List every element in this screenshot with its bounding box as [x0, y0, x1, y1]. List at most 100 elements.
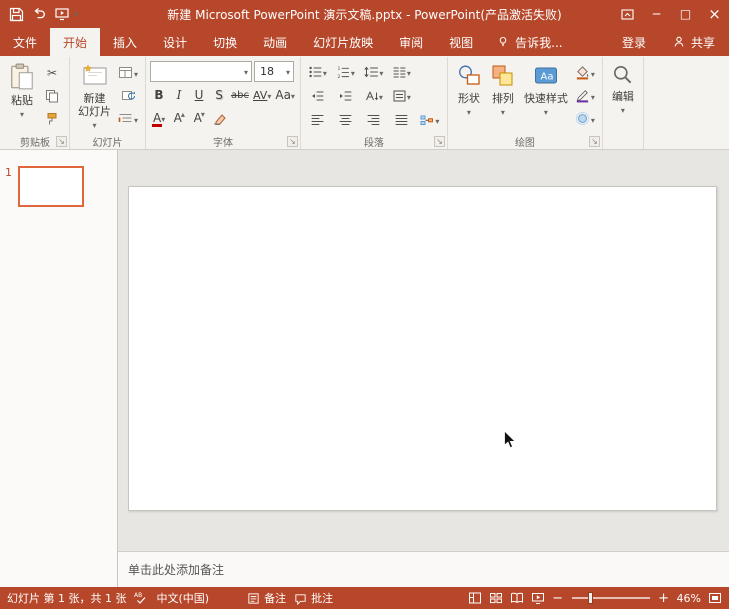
convert-to-smartart-button[interactable]	[417, 109, 443, 130]
notes-toggle-button[interactable]: 备注	[247, 590, 286, 606]
align-text-button[interactable]	[389, 85, 415, 106]
underline-button[interactable]: U	[190, 85, 208, 105]
slide-counter[interactable]: 幻灯片 第 1 张，共 1 张	[7, 590, 126, 606]
tell-me-box[interactable]: 告诉我...	[486, 28, 572, 56]
clipboard-dialog-launcher[interactable]	[56, 136, 67, 147]
bullets-button[interactable]	[305, 61, 331, 82]
font-color-label: A	[153, 111, 161, 125]
tab-transitions[interactable]: 切换	[200, 28, 250, 56]
slide-sorter-view-button[interactable]	[489, 591, 503, 605]
tab-animations[interactable]: 动画	[250, 28, 300, 56]
quick-styles-button[interactable]: Aa 快速样式	[520, 59, 572, 133]
normal-view-button[interactable]	[468, 591, 482, 605]
dropdown-icon	[286, 65, 290, 78]
font-name-combobox[interactable]	[150, 61, 252, 82]
drawing-dialog-launcher[interactable]	[589, 136, 600, 147]
reset-slide-button[interactable]	[115, 85, 141, 106]
zoom-level[interactable]: 46%	[677, 592, 701, 605]
section-button[interactable]	[115, 108, 141, 129]
slideshow-view-button[interactable]	[531, 591, 545, 605]
change-case-button[interactable]: Aa	[274, 85, 296, 105]
columns-button[interactable]	[389, 61, 415, 82]
numbering-button[interactable]: 12	[333, 61, 359, 82]
cut-button[interactable]: ✂	[39, 62, 65, 83]
slide-layout-button[interactable]	[115, 62, 141, 83]
grow-font-button[interactable]: A▴	[170, 108, 188, 128]
decrease-indent-button[interactable]	[305, 85, 331, 106]
paste-button[interactable]: 粘贴	[5, 59, 39, 133]
line-spacing-icon	[364, 66, 378, 78]
tab-home[interactable]: 开始	[50, 28, 100, 56]
font-size-combobox[interactable]: 18	[254, 61, 294, 82]
shape-effects-button[interactable]	[572, 108, 598, 129]
paragraph-dialog-launcher[interactable]	[434, 136, 445, 147]
arrange-button[interactable]: 排列	[486, 59, 520, 133]
close-button[interactable]: ×	[700, 0, 729, 28]
statusbar-right: − + 46%	[468, 591, 722, 606]
dropdown-icon	[161, 111, 165, 125]
tab-view[interactable]: 视图	[436, 28, 486, 56]
zoom-slider-track[interactable]	[572, 597, 650, 599]
undo-button[interactable]	[28, 2, 50, 26]
editing-button[interactable]: 编辑	[607, 59, 639, 133]
tab-design[interactable]: 设计	[150, 28, 200, 56]
font-dialog-launcher[interactable]	[287, 136, 298, 147]
save-button[interactable]	[5, 2, 27, 26]
tell-me-label: 告诉我...	[515, 34, 562, 51]
start-slideshow-button[interactable]	[51, 2, 73, 26]
shrink-font-button[interactable]: A▾	[190, 108, 208, 128]
editor-area: 单击此处添加备注	[118, 150, 729, 587]
svg-text:AB: AB	[134, 592, 142, 599]
drawing-group-label: 绘图	[515, 134, 535, 149]
customize-qat-button[interactable]	[74, 2, 96, 26]
shape-fill-button[interactable]	[572, 62, 598, 83]
zoom-in-button[interactable]: +	[658, 591, 670, 606]
ribbon-group-font: 18 B I U S abc AV Aa A	[146, 57, 301, 149]
clear-formatting-button[interactable]	[210, 108, 228, 128]
zoom-out-button[interactable]: −	[552, 591, 564, 606]
share-label: 共享	[691, 34, 715, 51]
justify-button[interactable]	[389, 109, 415, 130]
spell-check-button[interactable]: AB	[134, 591, 148, 605]
reading-view-icon	[510, 591, 524, 605]
tab-file[interactable]: 文件	[0, 28, 50, 56]
line-spacing-button[interactable]	[361, 61, 387, 82]
sign-in-button[interactable]: 登录	[610, 28, 658, 56]
minimize-button[interactable]: ─	[642, 0, 671, 28]
zoom-slider-thumb[interactable]	[588, 592, 593, 604]
text-shadow-button[interactable]: S	[210, 85, 228, 105]
strikethrough-button[interactable]: abc	[230, 85, 250, 105]
bold-button[interactable]: B	[150, 85, 168, 105]
align-right-button[interactable]	[361, 109, 387, 130]
shapes-button[interactable]: 形状	[452, 59, 486, 133]
paragraph-body: 12	[303, 57, 445, 133]
new-slide-button[interactable]: 新建 幻灯片	[74, 59, 115, 133]
align-left-button[interactable]	[305, 109, 331, 130]
character-spacing-button[interactable]: AV	[252, 85, 272, 105]
italic-button[interactable]: I	[170, 85, 188, 105]
slide-thumbnail-1[interactable]	[18, 166, 84, 207]
quick-styles-icon: Aa	[533, 63, 559, 89]
font-style-row: B I U S abc AV Aa	[150, 85, 296, 105]
copy-button[interactable]	[39, 85, 65, 106]
character-spacing-label: AV	[253, 89, 267, 102]
tab-review[interactable]: 审阅	[386, 28, 436, 56]
align-center-button[interactable]	[333, 109, 359, 130]
language-button[interactable]: 中文(中国)	[156, 590, 209, 606]
share-button[interactable]: 共享	[658, 28, 729, 56]
normal-view-icon	[468, 591, 482, 605]
tab-insert[interactable]: 插入	[100, 28, 150, 56]
shape-outline-button[interactable]	[572, 85, 598, 106]
restore-button[interactable]: □	[671, 0, 700, 28]
tab-slideshow[interactable]: 幻灯片放映	[300, 28, 386, 56]
text-direction-button[interactable]	[361, 85, 387, 106]
slide-editing-surface[interactable]	[128, 186, 717, 511]
reading-view-button[interactable]	[510, 591, 524, 605]
ribbon-display-options-button[interactable]	[613, 0, 642, 28]
font-color-button[interactable]: A	[150, 108, 168, 128]
comments-toggle-button[interactable]: 批注	[294, 590, 333, 606]
increase-indent-button[interactable]	[333, 85, 359, 106]
format-painter-button[interactable]	[39, 108, 65, 129]
fit-to-window-button[interactable]	[708, 591, 722, 605]
notes-pane[interactable]: 单击此处添加备注	[118, 551, 729, 587]
